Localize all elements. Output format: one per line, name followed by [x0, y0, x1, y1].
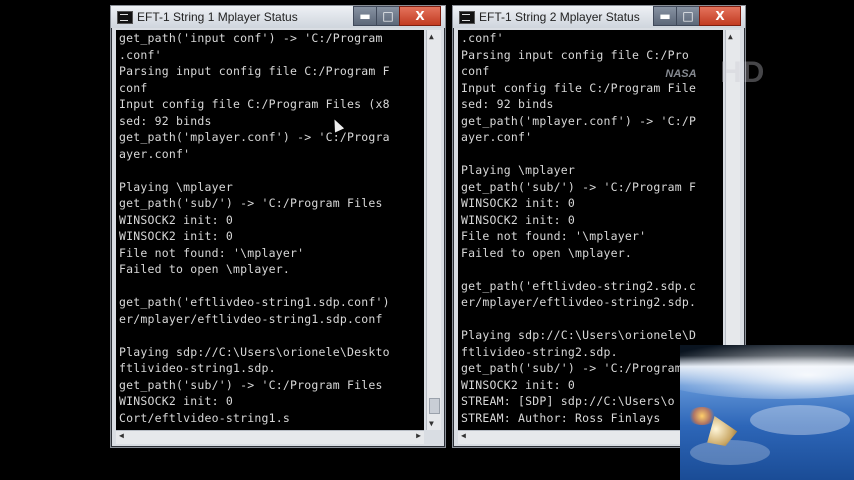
scroll-down-icon[interactable]: ▼ — [429, 419, 434, 428]
console-line: er/mplayer/eftlivdeo-string2.sdp. — [461, 295, 697, 309]
maximize-button[interactable]: □ — [376, 6, 400, 26]
scroll-up-icon[interactable]: ▲ — [728, 32, 733, 41]
console-line: Failed to open \mplayer. — [119, 262, 290, 276]
console-line: get_path('sub/') -> 'C:/Program F — [461, 179, 697, 194]
console-line: WINSOCK2 init: 0 — [119, 229, 233, 243]
console-line: Parsing input config file C:/Program F — [119, 64, 390, 78]
mplayer-status-window-1: EFT-1 String 1 Mplayer Status ▬ □ X get_… — [110, 5, 446, 448]
console-line: get_path('sub/') -> 'C:/Program Files — [119, 377, 383, 392]
console-line: Playing \mplayer — [461, 163, 575, 177]
scroll-left-icon[interactable]: ◀ — [461, 431, 466, 440]
console-line: get_path('eftlivdeo-string2.sdp.c — [461, 278, 697, 293]
earth-limb-haze — [680, 345, 854, 399]
console-icon — [117, 11, 133, 24]
console-line: .conf' — [119, 47, 162, 62]
console-icon — [459, 11, 475, 24]
console-line: sed: 92 binds — [119, 113, 212, 128]
console-line: get_path('mplayer.conf') -> 'C:/P — [461, 113, 697, 128]
console-line: WINSOCK2 init: 0 — [119, 212, 233, 227]
console-line: WINSOCK2 init: 0 — [461, 212, 575, 227]
window-title: EFT-1 String 2 Mplayer Status — [479, 10, 640, 24]
window-controls: ▬ □ X — [653, 6, 741, 26]
close-button[interactable]: X — [399, 6, 441, 26]
cloud — [690, 440, 770, 465]
window-controls: ▬ □ X — [353, 6, 441, 26]
close-button[interactable]: X — [699, 6, 741, 26]
console-line: WINSOCK2 init: 0 — [461, 196, 575, 210]
console-line: conf — [119, 80, 148, 95]
console-line: get_path('input conf') -> 'C:/Program — [119, 31, 383, 45]
console-line: File not found: '\mplayer' — [461, 229, 647, 243]
scroll-thumb[interactable] — [429, 398, 440, 414]
reentry-plasma — [688, 407, 716, 425]
hd-badge: HD — [720, 56, 766, 89]
nasa-logo: NASA — [665, 68, 697, 80]
console-line: Input config file C:/Program Files (x8 — [119, 97, 390, 111]
scroll-left-icon[interactable]: ◀ — [119, 431, 124, 440]
title-bar[interactable]: EFT-1 String 2 Mplayer Status ▬ □ X — [453, 6, 745, 28]
console-line: .conf' — [461, 31, 504, 45]
console-line: ftlivideo-string1.sdp. — [119, 361, 276, 375]
console-line: ayer.conf' — [461, 130, 533, 144]
minimize-button[interactable]: ▬ — [653, 6, 677, 26]
console-line: WINSOCK2 init: 0 — [119, 394, 233, 408]
console-line: get_path('mplayer.conf') -> 'C:/Progra — [119, 130, 390, 144]
scroll-up-icon[interactable]: ▲ — [429, 32, 434, 41]
console-line: Playing \mplayer — [119, 179, 233, 194]
console-line: Playing sdp://C:\Users\orionele\Deskto — [119, 344, 390, 359]
console-line: get_path('eftlivdeo-string1.sdp.conf') — [119, 295, 390, 309]
window-title: EFT-1 String 1 Mplayer Status — [137, 10, 298, 24]
title-bar[interactable]: EFT-1 String 1 Mplayer Status ▬ □ X — [111, 6, 445, 28]
console-line: Failed to open \mplayer. — [461, 245, 632, 260]
minimize-button[interactable]: ▬ — [353, 6, 377, 26]
scroll-right-icon[interactable]: ▶ — [416, 431, 421, 440]
maximize-button[interactable]: □ — [676, 6, 700, 26]
console-line: sed: 92 binds — [461, 97, 554, 111]
vertical-scrollbar[interactable]: ▲ ▼ — [426, 30, 441, 430]
horizontal-scrollbar[interactable]: ◀ ▶ — [116, 430, 424, 444]
console-line: er/mplayer/eftlivdeo-string1.sdp.conf — [119, 311, 383, 326]
earth-capsule-video-inset — [680, 345, 854, 480]
console-line: Playing sdp://C:\Users\orionele\D — [461, 328, 697, 342]
console-line: File not found: '\mplayer' — [119, 245, 305, 260]
console-line: ayer.conf' — [119, 146, 191, 161]
cloud — [750, 405, 850, 435]
console-output[interactable]: get_path('input conf') -> 'C:/Program .co… — [116, 30, 424, 430]
console-line: get_path('sub/') -> 'C:/Program Files — [119, 196, 383, 210]
console-line: Cort/eftlvideo-string1.s — [119, 410, 290, 425]
